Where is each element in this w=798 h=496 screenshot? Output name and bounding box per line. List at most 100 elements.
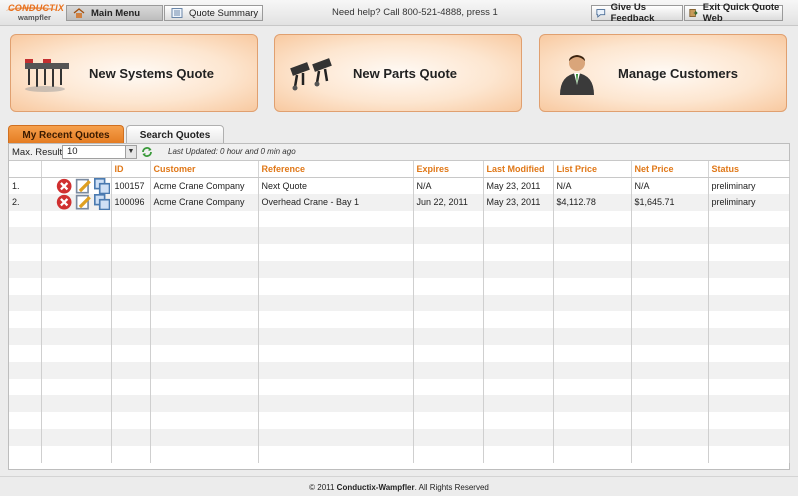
row-last-modified: May 23, 2011 — [483, 177, 554, 194]
col-header-id[interactable]: ID — [111, 161, 151, 178]
empty-cell — [483, 328, 554, 345]
row-list-price: $4,112.78 — [553, 193, 632, 211]
empty-cell — [111, 294, 151, 312]
empty-cell — [41, 428, 112, 446]
empty-cell — [111, 261, 151, 278]
empty-cell — [631, 395, 709, 413]
row-customer: Acme Crane Company — [150, 193, 259, 211]
empty-table-row — [9, 227, 790, 245]
empty-cell — [41, 395, 112, 413]
delete-icon[interactable] — [56, 194, 72, 210]
empty-cell — [553, 345, 632, 362]
empty-cell — [111, 361, 151, 379]
manage-customers-label: Manage Customers — [618, 65, 738, 81]
footer: © 2011 Conductix-Wampfler. All Rights Re… — [0, 476, 798, 496]
empty-cell — [631, 311, 709, 329]
empty-cell — [553, 311, 632, 329]
empty-cell — [553, 428, 632, 446]
empty-table-row — [9, 378, 790, 396]
empty-cell — [111, 227, 151, 245]
col-header-reference[interactable]: Reference — [258, 161, 414, 178]
copy-icon[interactable] — [94, 177, 110, 194]
empty-cell — [150, 244, 259, 262]
max-results-value: 10 — [67, 146, 78, 157]
row-number: 2. — [9, 193, 42, 211]
feedback-label: Give Us Feedback — [610, 2, 655, 24]
empty-cell — [258, 277, 414, 295]
empty-cell — [483, 428, 554, 446]
empty-cell — [483, 311, 554, 329]
empty-cell — [9, 210, 42, 228]
empty-cell — [150, 361, 259, 379]
empty-cell — [483, 244, 554, 262]
row-net-price: $1,645.71 — [631, 193, 709, 211]
edit-icon[interactable] — [75, 178, 91, 194]
col-header-net-price[interactable]: Net Price — [631, 161, 709, 178]
quotes-table: ID Customer Reference Expires Last Modif… — [9, 161, 790, 463]
empty-cell — [708, 378, 790, 396]
top-bar: CONDUCTIX wampfler Main Menu Quote Summa… — [0, 0, 798, 26]
empty-cell — [111, 345, 151, 362]
exit-label: Exit Quick Quote Web — [702, 2, 780, 24]
empty-table-row — [9, 361, 790, 379]
empty-cell — [111, 328, 151, 345]
empty-cell — [553, 378, 632, 396]
col-header-list-price[interactable]: List Price — [553, 161, 632, 178]
empty-cell — [150, 210, 259, 228]
empty-cell — [483, 445, 554, 463]
row-status: preliminary — [708, 193, 790, 211]
empty-cell — [553, 227, 632, 245]
refresh-icon[interactable] — [141, 146, 153, 158]
empty-table-row — [9, 395, 790, 413]
manage-customers-button[interactable]: Manage Customers — [539, 34, 787, 112]
empty-cell — [258, 227, 414, 245]
table-header-row: ID Customer Reference Expires Last Modif… — [9, 161, 790, 178]
main-menu-button[interactable]: Main Menu — [66, 5, 163, 21]
empty-cell — [258, 395, 414, 413]
empty-cell — [41, 345, 112, 362]
empty-cell — [9, 244, 42, 262]
feedback-button[interactable]: Give Us Feedback — [591, 2, 683, 24]
row-id: 100096 — [111, 193, 151, 211]
empty-cell — [41, 294, 112, 312]
row-actions — [41, 177, 112, 194]
empty-cell — [111, 378, 151, 396]
exit-button[interactable]: Exit Quick Quote Web — [684, 2, 783, 24]
empty-table-row — [9, 345, 790, 362]
new-systems-quote-button[interactable]: New Systems Quote — [10, 34, 258, 112]
delete-icon[interactable] — [56, 178, 72, 194]
tab-my-recent-quotes[interactable]: My Recent Quotes — [8, 125, 124, 144]
col-header-last-modified[interactable]: Last Modified — [483, 161, 554, 178]
edit-icon[interactable] — [75, 194, 91, 210]
empty-cell — [258, 244, 414, 262]
empty-cell — [9, 445, 42, 463]
chevron-down-icon[interactable]: ▼ — [125, 146, 136, 158]
empty-cell — [41, 445, 112, 463]
row-status: preliminary — [708, 177, 790, 194]
empty-cell — [413, 244, 484, 262]
copy-icon[interactable] — [94, 194, 110, 211]
table-row[interactable]: 1. 100157 Acme Crane Company Next Quote … — [9, 177, 790, 194]
empty-cell — [631, 210, 709, 228]
col-header-status[interactable]: Status — [708, 161, 790, 178]
empty-cell — [413, 311, 484, 329]
col-header-expires[interactable]: Expires — [413, 161, 484, 178]
new-parts-quote-button[interactable]: New Parts Quote — [274, 34, 522, 112]
quote-summary-button[interactable]: Quote Summary — [164, 5, 263, 21]
empty-table-row — [9, 277, 790, 295]
table-row[interactable]: 2. 100096 Acme Crane Company Overhead Cr… — [9, 193, 790, 211]
empty-cell — [631, 277, 709, 295]
empty-cell — [41, 210, 112, 228]
systems-icon — [25, 59, 69, 92]
empty-cell — [111, 244, 151, 262]
empty-cell — [150, 378, 259, 396]
empty-cell — [708, 244, 790, 262]
empty-cell — [9, 361, 42, 379]
tab-search-quotes[interactable]: Search Quotes — [126, 125, 224, 144]
col-header-customer[interactable]: Customer — [150, 161, 259, 178]
max-results-select[interactable]: 10 ▼ — [62, 145, 137, 159]
empty-cell — [483, 277, 554, 295]
empty-cell — [553, 328, 632, 345]
empty-cell — [631, 378, 709, 396]
empty-cell — [9, 311, 42, 329]
